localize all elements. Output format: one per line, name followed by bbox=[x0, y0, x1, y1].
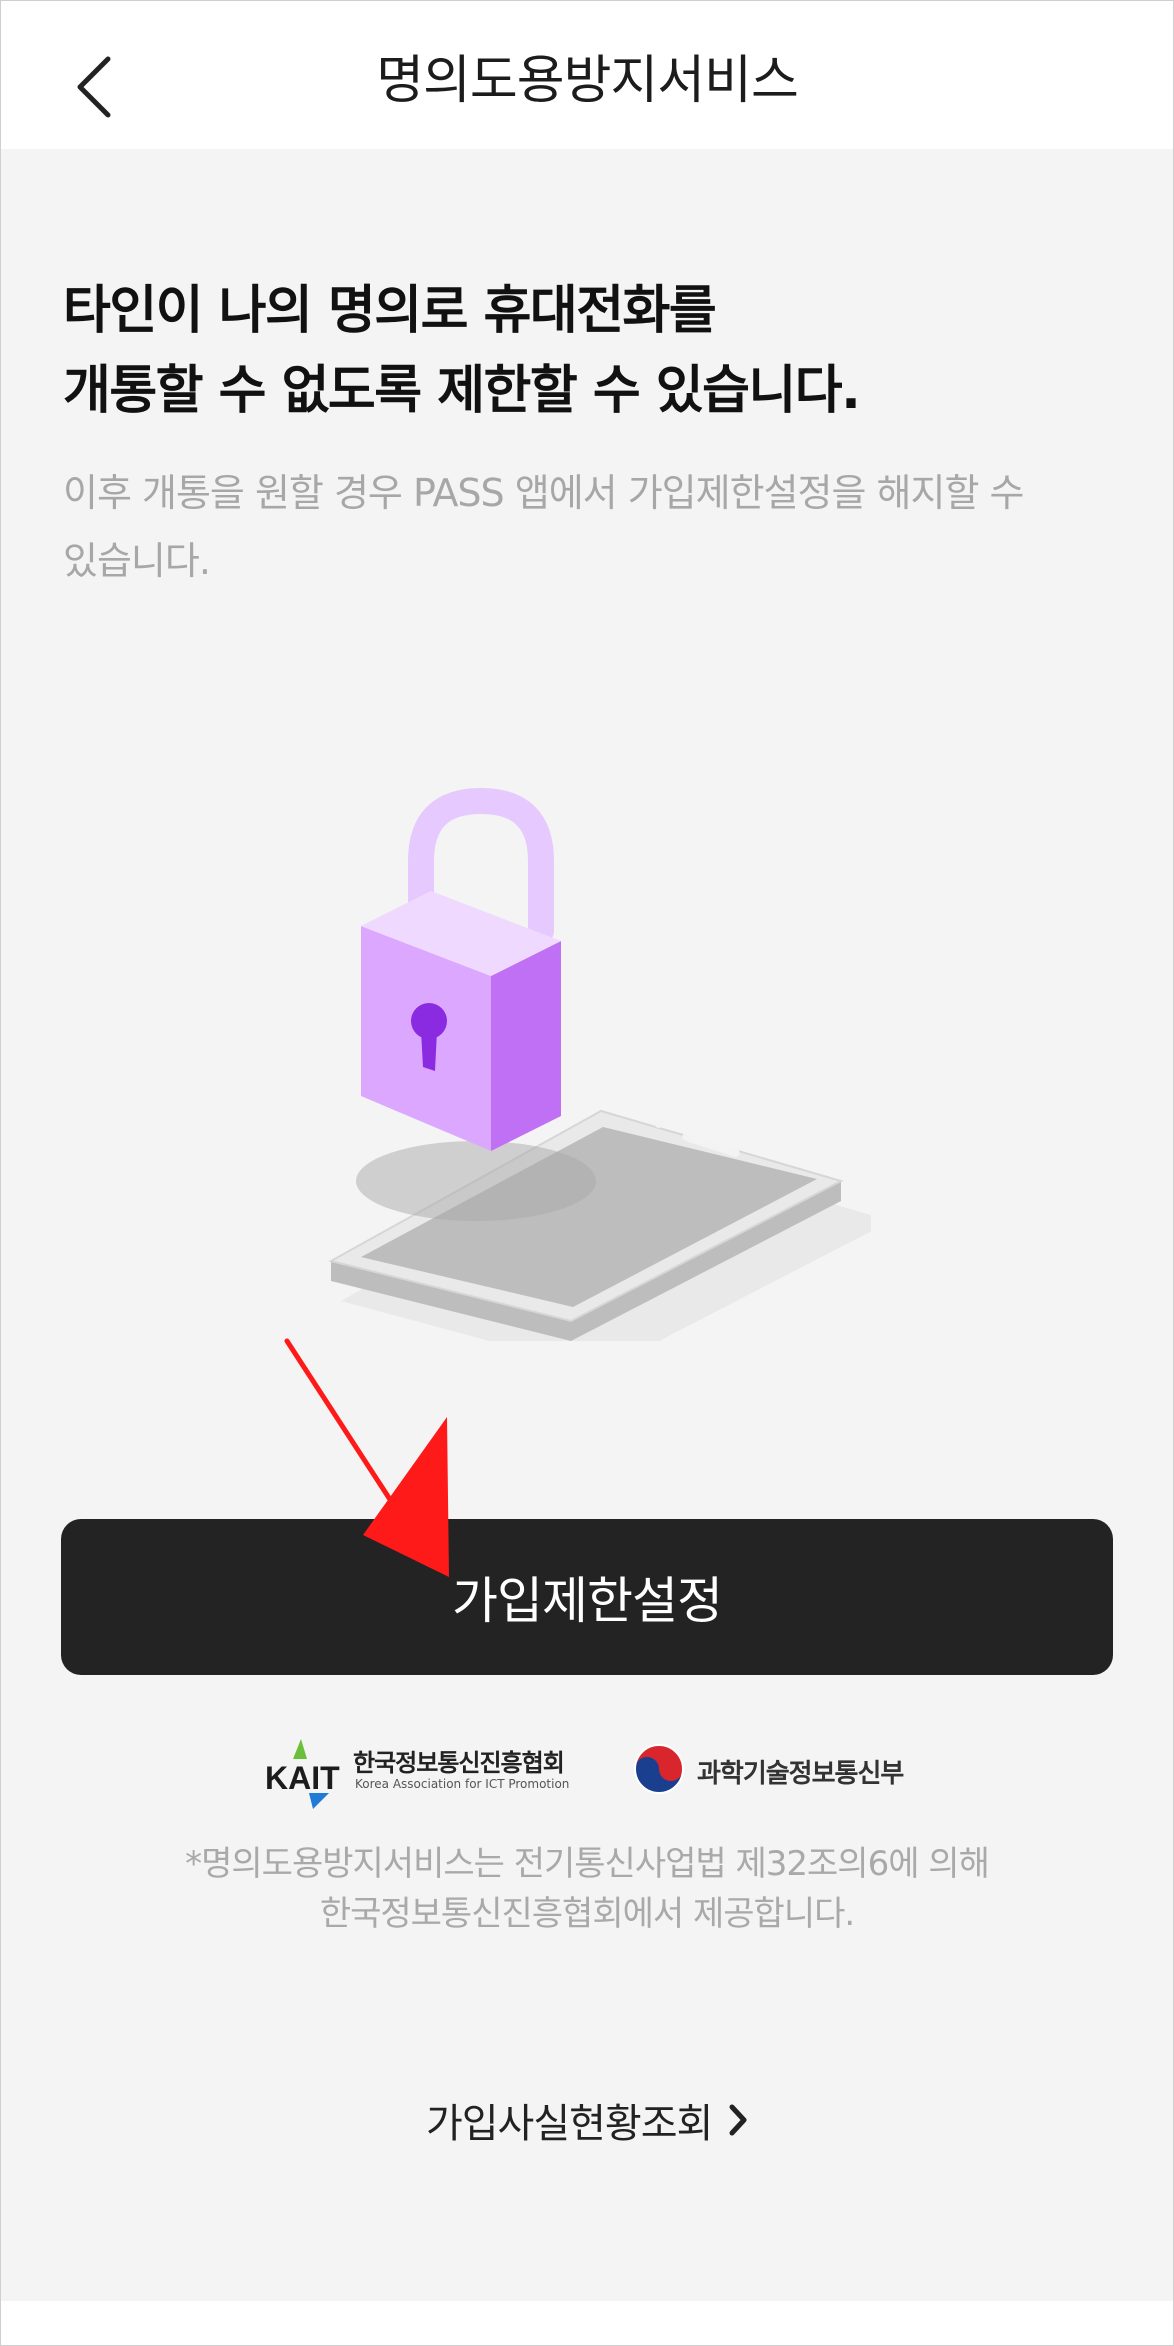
subscription-status-label: 가입사실현황조회 bbox=[425, 2101, 713, 2147]
kait-english-name: Korea Association for ICT Promotion bbox=[355, 1777, 570, 1791]
headline-line-1: 타인이 나의 명의로 휴대전화를 bbox=[63, 281, 717, 341]
taegeuk-icon bbox=[634, 1744, 684, 1794]
description-text: 이후 개통을 원할 경우 PASS 앱에서 가입제한설정을 해지할 수 있습니다… bbox=[63, 459, 1123, 595]
legal-notice: *명의도용방지서비스는 전기통신사업법 제32조의6에 의해 한국정보통신진흥협… bbox=[1, 1839, 1173, 1939]
chevron-right-icon bbox=[729, 2104, 747, 2136]
description-line-1: 이후 개통을 원할 경우 PASS 앱에서 가입제한설정을 해지할 수 bbox=[63, 471, 1024, 515]
kait-mark-icon: KAIT bbox=[265, 1739, 340, 1809]
svg-text:KAIT: KAIT bbox=[265, 1760, 340, 1796]
app-screen: 명의도용방지서비스 타인이 나의 명의로 휴대전화를 개통할 수 없도록 제한할… bbox=[0, 0, 1174, 2346]
app-header: 명의도용방지서비스 bbox=[1, 1, 1173, 149]
subscription-status-link[interactable]: 가입사실현황조회 bbox=[1, 2091, 1173, 2149]
padlock-phone-illustration bbox=[328, 787, 871, 1341]
headline: 타인이 나의 명의로 휴대전화를 개통할 수 없도록 제한할 수 있습니다. bbox=[63, 271, 861, 431]
legal-notice-line-1: *명의도용방지서비스는 전기통신사업법 제32조의6에 의해 bbox=[185, 1844, 990, 1884]
description-line-2: 있습니다. bbox=[63, 539, 211, 583]
bottom-bar bbox=[1, 2301, 1173, 2345]
provider-logos: KAIT 한국정보통신진흥협회 Korea Association for IC… bbox=[1, 1731, 1173, 1811]
kait-name: 한국정보통신진흥협회 bbox=[353, 1749, 565, 1777]
subscription-restriction-button[interactable]: 가입제한설정 bbox=[61, 1519, 1113, 1675]
kait-logo: KAIT 한국정보통신진흥협회 Korea Association for IC… bbox=[263, 1737, 573, 1809]
page-title: 명의도용방지서비스 bbox=[376, 51, 799, 111]
msit-logo: 과학기술정보통신부 bbox=[631, 1741, 904, 1801]
msit-name: 과학기술정보통신부 bbox=[697, 1759, 904, 1789]
legal-notice-line-2: 한국정보통신진흥협회에서 제공합니다. bbox=[319, 1894, 855, 1934]
headline-line-2: 개통할 수 없도록 제한할 수 있습니다. bbox=[63, 361, 861, 421]
